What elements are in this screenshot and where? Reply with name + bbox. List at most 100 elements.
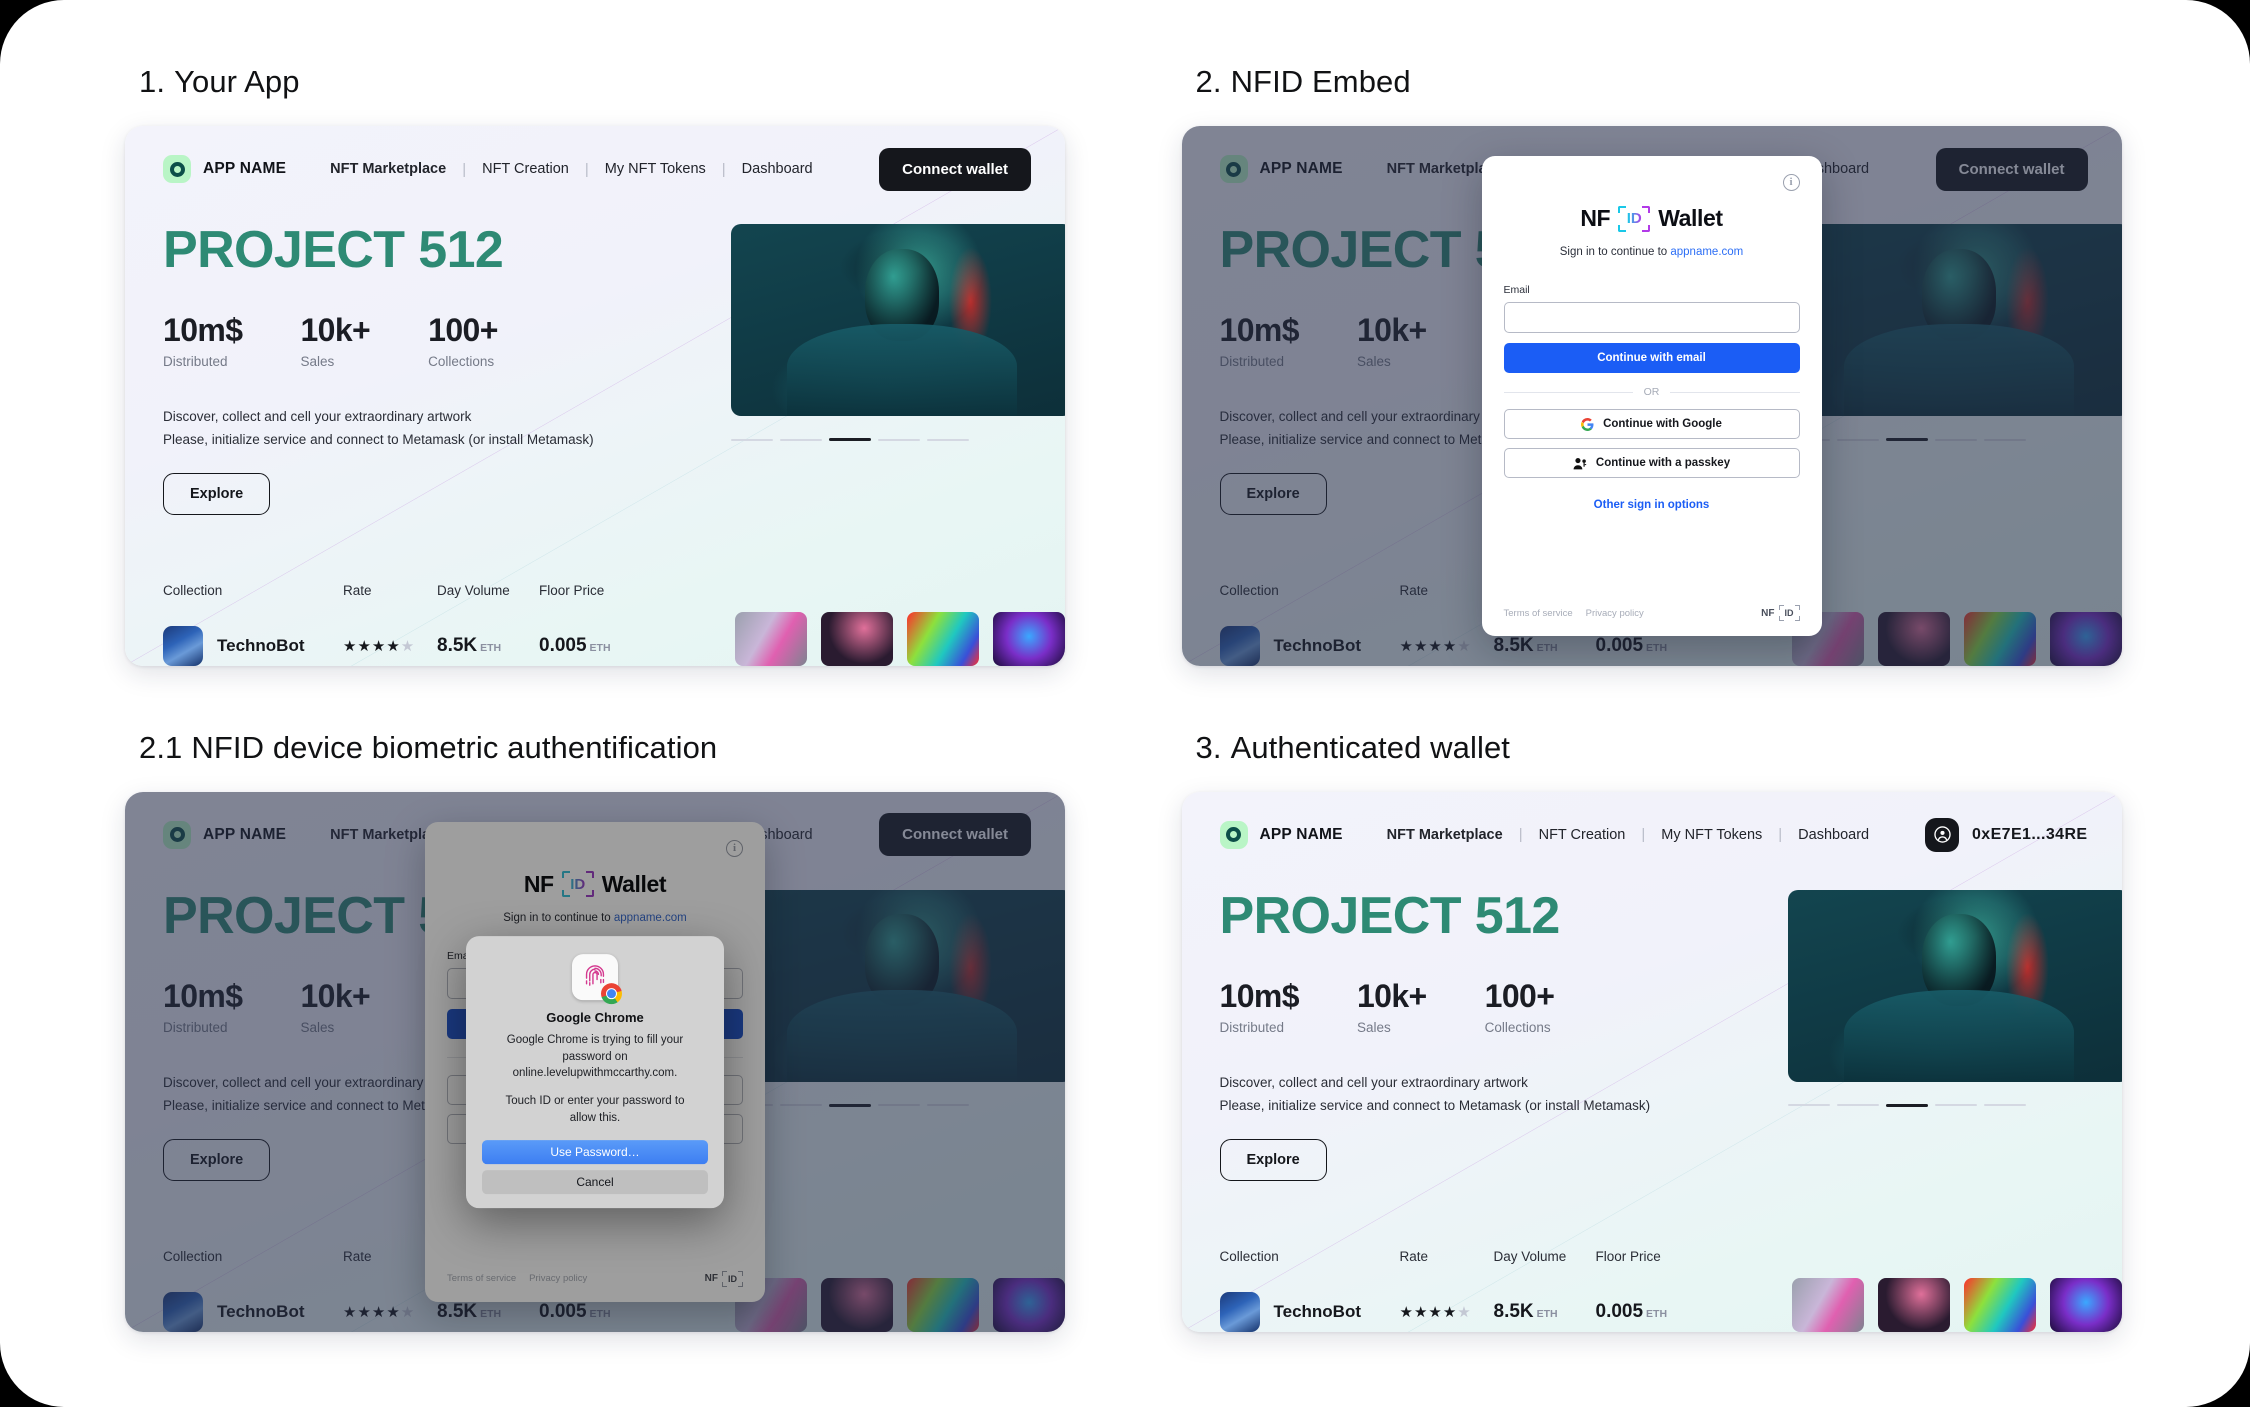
floor-price-unit: ETH <box>1646 1307 1668 1320</box>
terms-of-service-link[interactable]: Terms of service <box>447 1273 516 1284</box>
wallet-address-chip[interactable]: 0xE7E1...34RE <box>1925 817 2088 852</box>
stat-value: 10k+ <box>1356 977 1427 1014</box>
nft-thumbnail[interactable] <box>735 612 807 666</box>
main-nav-1: NFT Marketplace | NFT Creation | My NFT … <box>330 161 812 178</box>
info-icon[interactable]: i <box>1782 174 1800 191</box>
desc-line-2: Please, initialize service and connect t… <box>1219 1097 1651 1113</box>
nfid-logo-wallet: Wallet <box>1658 205 1723 231</box>
nft-thumbnail[interactable] <box>1791 1277 1864 1332</box>
nav-item-nft-creation[interactable]: NFT Creation <box>1539 827 1626 843</box>
carousel-dash[interactable] <box>1934 1104 1977 1106</box>
terms-of-service-link[interactable]: Terms of service <box>1504 608 1573 619</box>
day-volume-value: 8.5K <box>437 635 478 656</box>
signin-subtitle: Sign in to continue to appname.com <box>1504 246 1800 258</box>
signin-prefix: Sign in to continue to <box>503 911 614 924</box>
carousel-dash[interactable] <box>1836 1104 1879 1106</box>
continue-with-email-button[interactable]: Continue with email <box>1503 343 1800 373</box>
nav-item-my-nft-tokens[interactable]: My NFT Tokens <box>1661 827 1762 843</box>
carousel-dash[interactable] <box>731 438 773 441</box>
rating-stars: ★★★★★ <box>1399 1303 1472 1321</box>
nav-item-nft-marketplace[interactable]: NFT Marketplace <box>330 161 446 177</box>
floor-price-value: 0.005 <box>539 635 587 656</box>
nft-thumbnail[interactable] <box>907 612 979 666</box>
nfid-id-icon: ID <box>561 871 594 897</box>
collection-thumbnail <box>163 626 203 666</box>
col-header-day-volume: Day Volume <box>437 583 510 598</box>
nfid-footer-mark: NF ID <box>1761 605 1800 621</box>
or-divider: OR <box>1503 386 1800 398</box>
carousel-dash[interactable] <box>1983 1104 2026 1106</box>
nfid-wallet-logo: NF ID Wallet <box>447 871 743 898</box>
panel-nfid-embed: 2.NFID Embed APP NAME NFT Marketplace | … <box>1181 44 2171 682</box>
use-password-button[interactable]: Use Password… <box>482 1140 708 1165</box>
stat-label: Collections <box>428 354 495 369</box>
stats-row: 10m$ Distributed 10k+ Sales 100+ Collect… <box>1220 978 1780 1035</box>
collection-thumbnail <box>1219 1291 1260 1332</box>
fingerprint-icon <box>572 954 622 1005</box>
hero-section-3: PROJECT 512 10m$ Distributed 10k+ Sales <box>1182 856 2122 1181</box>
carousel-dash-active[interactable] <box>829 438 871 441</box>
carousel-indicator[interactable] <box>1787 1103 2122 1107</box>
carousel-dash-active[interactable] <box>1885 1103 1928 1107</box>
nft-thumbnail[interactable] <box>993 612 1065 666</box>
nft-thumbnail[interactable] <box>821 612 893 666</box>
nav-item-nft-marketplace[interactable]: NFT Marketplace <box>1387 827 1503 843</box>
nav-item-dashboard[interactable]: Dashboard <box>742 161 813 177</box>
carousel-indicator[interactable] <box>731 438 1065 441</box>
cancel-button[interactable]: Cancel <box>482 1170 708 1195</box>
privacy-policy-link[interactable]: Privacy policy <box>1586 608 1644 619</box>
email-field[interactable] <box>1503 302 1800 333</box>
page-title: PROJECT 512 <box>163 221 504 279</box>
panel-21-number: 2.1 <box>139 729 183 765</box>
collections-table-3: Collection Rate Day Volume Floor Price T… <box>1219 1248 2122 1332</box>
nft-thumbnail[interactable] <box>2049 1277 2122 1332</box>
app-domain-link[interactable]: appname.com <box>1670 246 1743 258</box>
hero-artwork-image <box>731 224 1065 416</box>
stat-value: 100+ <box>1484 977 1555 1014</box>
nft-thumbnail[interactable] <box>1963 1277 2036 1332</box>
stat-collections: 100+ Collections <box>1485 978 1555 1035</box>
panel-grid: 1. Your App APP NAME NFT Marketplace | NF… <box>0 0 2250 1407</box>
carousel-dash[interactable] <box>927 438 969 441</box>
email-label: Email <box>1503 284 1530 296</box>
app-topbar-1: APP NAME NFT Marketplace | NFT Creation … <box>125 126 1065 191</box>
carousel-dash[interactable] <box>878 438 920 441</box>
nav-item-my-nft-tokens[interactable]: My NFT Tokens <box>605 161 706 177</box>
continue-with-google-button[interactable]: Continue with Google <box>1503 409 1800 439</box>
panel-1-label: Your App <box>174 64 300 99</box>
nav-item-nft-creation[interactable]: NFT Creation <box>482 161 569 177</box>
explore-button[interactable]: Explore <box>163 473 271 516</box>
panel-21-title: 2.1 NFID device biometric authentificatio… <box>139 730 1114 766</box>
signin-subtitle: Sign in to continue to appname.com <box>447 912 743 924</box>
stat-collections: 100+ Collections <box>428 312 498 369</box>
panel-1-number: 1. <box>139 64 166 99</box>
info-icon[interactable]: i <box>726 839 743 857</box>
nav-separator: | <box>584 160 589 178</box>
explore-button[interactable]: Explore <box>1219 1138 1327 1181</box>
col-header-rate: Rate <box>1399 1248 1429 1264</box>
nft-thumbnail[interactable] <box>1877 1277 1950 1332</box>
panel-2-title: 2. NFID Embed <box>1196 64 2171 100</box>
stat-distributed: 10m$ Distributed <box>1220 978 1300 1035</box>
signin-prefix: Sign in to continue to <box>1559 246 1671 258</box>
app-topbar-3: APP NAME NFT Marketplace | NFT Creation … <box>1182 792 2122 856</box>
collections-table-1: Collection Rate Day Volume Floor Price T… <box>163 583 1065 666</box>
connect-wallet-button[interactable]: Connect wallet <box>879 147 1031 191</box>
touchid-dialog: Google Chrome Google Chrome is trying to… <box>466 936 724 1209</box>
app-domain-link[interactable]: appname.com <box>614 912 687 924</box>
panel-3-label: Authenticated wallet <box>1230 729 1511 765</box>
hero-media <box>731 224 1065 515</box>
continue-with-passkey-button[interactable]: Continue with a passkey <box>1503 448 1800 478</box>
col-header-floor-price: Floor Price <box>539 583 605 598</box>
carousel-dash[interactable] <box>1787 1104 1830 1106</box>
footer-id-text: ID <box>728 1273 737 1284</box>
wallet-address-text: 0xE7E1...34RE <box>1972 825 2088 843</box>
privacy-policy-link[interactable]: Privacy policy <box>529 1273 587 1284</box>
or-label: OR <box>1643 386 1660 398</box>
stat-label: Collections <box>1484 1019 1551 1035</box>
nfid-wallet-logo: NF ID Wallet <box>1504 205 1800 232</box>
other-sign-in-options-link[interactable]: Other sign in options <box>1504 499 1800 511</box>
nav-item-dashboard[interactable]: Dashboard <box>1798 827 1869 843</box>
nfid-logo-wallet: Wallet <box>601 870 667 897</box>
carousel-dash[interactable] <box>780 438 822 441</box>
